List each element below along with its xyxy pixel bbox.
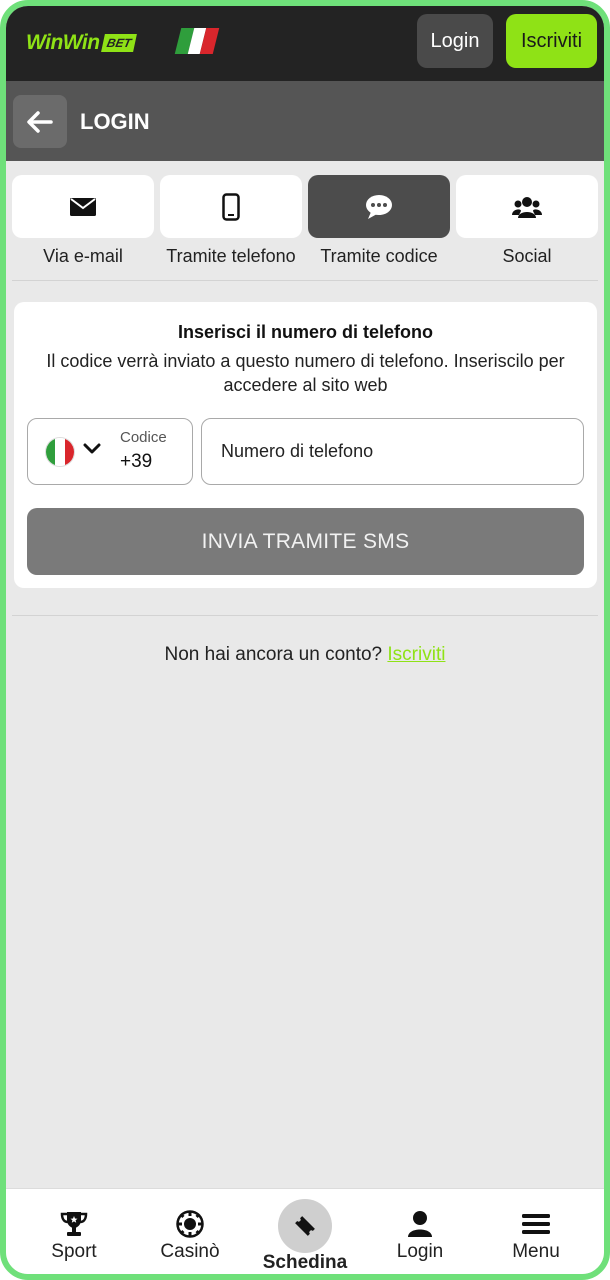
tab-label: Via e-mail xyxy=(43,246,123,266)
nav-item-sport[interactable]: Sport xyxy=(14,1189,134,1274)
bottom-nav: Sport Casinò Schedina Login Menu xyxy=(6,1188,604,1274)
envelope-icon xyxy=(70,197,96,216)
menu-icon xyxy=(522,1214,550,1234)
tab-phone[interactable]: Tramite telefono xyxy=(160,175,302,267)
country-code-label: Codice xyxy=(120,429,167,446)
nav-item-casino[interactable]: Casinò xyxy=(130,1189,250,1274)
nav-label: Sport xyxy=(51,1241,97,1262)
tab-code[interactable]: Tramite codice xyxy=(308,175,450,267)
tab-label: Tramite codice xyxy=(320,246,438,266)
tab-email[interactable]: Via e-mail xyxy=(12,175,154,267)
back-button[interactable] xyxy=(13,95,67,148)
register-link[interactable]: Iscriviti xyxy=(387,644,445,665)
tab-social[interactable]: Social xyxy=(456,175,598,267)
country-code-select[interactable]: Codice +39 xyxy=(27,418,193,485)
logo-badge: BET xyxy=(100,34,137,52)
arrow-left-icon xyxy=(27,110,53,133)
divider xyxy=(12,280,598,281)
nav-item-login[interactable]: Login xyxy=(360,1189,480,1274)
nav-label: Schedina xyxy=(262,1252,348,1273)
brand-logo[interactable]: WinWin BET xyxy=(26,30,137,56)
form-description: Il codice verrà inviato a questo numero … xyxy=(46,351,565,395)
phone-number-input[interactable] xyxy=(201,418,584,485)
nav-label: Menu xyxy=(512,1241,560,1262)
top-bar: WinWin BET Login Iscriviti xyxy=(6,6,604,81)
page-title: LOGIN xyxy=(80,109,150,134)
phone-login-card: Inserisci il numero di telefono Il codic… xyxy=(14,302,597,588)
ticket-icon xyxy=(295,1216,315,1236)
page-header: LOGIN xyxy=(6,81,604,161)
casino-chip-icon xyxy=(176,1210,204,1238)
italy-flag-icon[interactable] xyxy=(174,28,220,54)
nav-item-betslip[interactable]: Schedina xyxy=(245,1189,365,1274)
register-prompt-text: Non hai ancora un conto? xyxy=(164,644,383,665)
send-sms-button[interactable]: INVIA TRAMITE SMS xyxy=(27,508,584,575)
user-icon xyxy=(408,1211,432,1237)
nav-item-menu[interactable]: Menu xyxy=(476,1189,596,1274)
phone-icon xyxy=(222,192,240,221)
register-prompt: Non hai ancora un conto? Iscriviti xyxy=(6,644,604,666)
italy-flag-icon xyxy=(45,437,75,467)
signup-button[interactable]: Iscriviti xyxy=(506,14,597,68)
chat-icon xyxy=(366,194,392,219)
trophy-icon xyxy=(60,1212,88,1236)
divider xyxy=(12,615,598,616)
chevron-down-icon xyxy=(83,443,101,454)
nav-label: Login xyxy=(396,1241,444,1262)
tab-label: Tramite telefono xyxy=(166,246,296,266)
app-frame: WinWin BET Login Iscriviti LOGIN Via e-m… xyxy=(0,0,610,1280)
logo-text: WinWin xyxy=(26,31,100,54)
users-icon xyxy=(512,196,542,218)
form-title: Inserisci il numero di telefono xyxy=(177,322,434,342)
nav-label: Casinò xyxy=(160,1241,220,1262)
tab-label: Social xyxy=(502,246,552,266)
country-code-value: +39 xyxy=(120,451,153,472)
login-button[interactable]: Login xyxy=(417,14,493,68)
